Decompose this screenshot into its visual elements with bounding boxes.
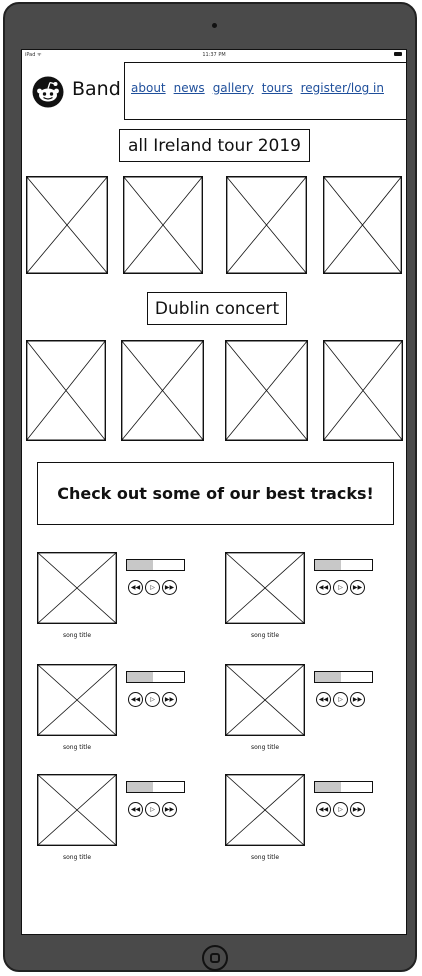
progress-fill [315,782,341,792]
play-icon[interactable]: ▷ [145,692,160,707]
rewind-icon[interactable]: ◀◀ [316,802,331,817]
nav-link-about[interactable]: about [131,81,166,95]
track-card: song title ◀◀ ▷ ▶▶ [225,664,395,764]
track-cover[interactable] [37,774,117,846]
nav-links: about news gallery tours register/log in [131,81,384,95]
reddit-alien-icon[interactable] [32,76,64,108]
clock: 11:37 PM [202,52,226,58]
track-progress-slider[interactable] [126,781,185,793]
concert-heading: Dublin concert [147,292,287,325]
player-controls: ◀◀ ▷ ▶▶ [316,802,365,817]
track-progress-slider[interactable] [314,781,373,793]
song-title: song title [62,744,92,751]
track-card: song title ◀◀ ▷ ▶▶ [225,774,395,874]
progress-fill [127,672,153,682]
brand-name: Band [72,78,121,100]
nav-link-gallery[interactable]: gallery [213,81,254,95]
track-card: song title ◀◀ ▷ ▶▶ [37,664,207,764]
rewind-icon[interactable]: ◀◀ [128,692,143,707]
track-progress-slider[interactable] [126,671,185,683]
player-controls: ◀◀ ▷ ▶▶ [128,802,177,817]
tour-photo-1[interactable] [26,176,108,274]
track-cover[interactable] [225,774,305,846]
player-controls: ◀◀ ▷ ▶▶ [316,692,365,707]
camera-icon [212,23,217,28]
fast-forward-icon[interactable]: ▶▶ [350,580,365,595]
nav-link-register-log-in[interactable]: register/log in [301,81,384,95]
track-cover[interactable] [225,664,305,736]
progress-fill [127,782,153,792]
track-cover[interactable] [37,664,117,736]
track-progress-slider[interactable] [314,559,373,571]
screen: iPad ᯤ 11:37 PM Band about news gallery tou… [21,49,407,935]
fast-forward-icon[interactable]: ▶▶ [162,692,177,707]
song-title: song title [250,744,280,751]
player-controls: ◀◀ ▷ ▶▶ [128,692,177,707]
fast-forward-icon[interactable]: ▶▶ [350,802,365,817]
track-progress-slider[interactable] [126,559,185,571]
concert-photo-1[interactable] [26,340,106,441]
track-cover[interactable] [225,552,305,624]
song-title: song title [62,854,92,861]
nav-link-tours[interactable]: tours [262,81,293,95]
fast-forward-icon[interactable]: ▶▶ [162,580,177,595]
nav-bar: about news gallery tours register/log in [124,62,406,120]
tour-heading: all Ireland tour 2019 [119,129,310,162]
play-icon[interactable]: ▷ [333,580,348,595]
track-progress-slider[interactable] [314,671,373,683]
tablet-frame: iPad ᯤ 11:37 PM Band about news gallery tou… [3,2,417,972]
nav-link-news[interactable]: news [174,81,205,95]
tour-photo-4[interactable] [323,176,402,274]
fast-forward-icon[interactable]: ▶▶ [162,802,177,817]
tour-photo-2[interactable] [123,176,203,274]
rewind-icon[interactable]: ◀◀ [128,802,143,817]
rewind-icon[interactable]: ◀◀ [128,580,143,595]
song-title: song title [62,632,92,639]
play-icon[interactable]: ▷ [145,802,160,817]
player-controls: ◀◀ ▷ ▶▶ [316,580,365,595]
concert-photo-4[interactable] [323,340,403,441]
concert-photo-3[interactable] [225,340,308,441]
concert-photo-2[interactable] [121,340,204,441]
rewind-icon[interactable]: ◀◀ [316,692,331,707]
rewind-icon[interactable]: ◀◀ [316,580,331,595]
progress-fill [315,560,341,570]
progress-fill [127,560,153,570]
player-controls: ◀◀ ▷ ▶▶ [128,580,177,595]
tracks-callout: Check out some of our best tracks! [37,462,394,525]
track-cover[interactable] [37,552,117,624]
fast-forward-icon[interactable]: ▶▶ [350,692,365,707]
progress-fill [315,672,341,682]
track-card: song title ◀◀ ▷ ▶▶ [37,774,207,874]
track-card: song title ◀◀ ▷ ▶▶ [225,552,395,652]
track-card: song title ◀◀ ▷ ▶▶ [37,552,207,652]
home-button[interactable] [202,945,228,971]
battery-icon [394,52,402,56]
play-icon[interactable]: ▷ [145,580,160,595]
tour-photo-3[interactable] [226,176,307,274]
song-title: song title [250,632,280,639]
status-bar: iPad ᯤ 11:37 PM [22,50,406,60]
song-title: song title [250,854,280,861]
play-icon[interactable]: ▷ [333,692,348,707]
play-icon[interactable]: ▷ [333,802,348,817]
